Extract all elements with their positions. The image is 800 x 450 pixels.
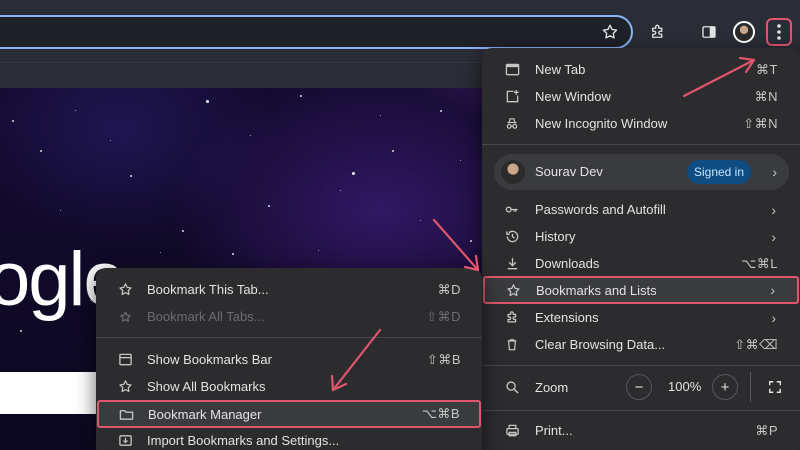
fullscreen-icon bbox=[769, 381, 781, 393]
menu-item-label: Downloads bbox=[535, 256, 600, 271]
menu-item-label: New Tab bbox=[535, 62, 586, 77]
printer-icon bbox=[504, 423, 520, 439]
download-icon bbox=[504, 256, 520, 272]
import-icon bbox=[117, 433, 133, 449]
extensions-puzzle-icon[interactable] bbox=[643, 17, 673, 47]
zoom-divider bbox=[750, 372, 751, 402]
star-list-icon bbox=[117, 379, 133, 395]
menu-item-bookmarks-and-lists[interactable]: Bookmarks and Lists › bbox=[483, 276, 799, 304]
history-icon bbox=[504, 229, 520, 245]
submenu-item-bookmark-this-tab[interactable]: Bookmark This Tab... ⌘D bbox=[96, 276, 482, 303]
menu-item-shortcut: ⌘N bbox=[754, 88, 778, 104]
menu-item-shortcut: ⌥⌘L bbox=[741, 255, 778, 271]
star-icon bbox=[117, 282, 133, 298]
menu-item-label: Bookmarks and Lists bbox=[536, 282, 657, 298]
fullscreen-button[interactable] bbox=[762, 374, 788, 400]
chevron-right-icon: › bbox=[772, 164, 777, 180]
key-icon bbox=[504, 202, 520, 218]
bookmarks-submenu: Bookmark This Tab... ⌘D Bookmark All Tab… bbox=[96, 268, 482, 450]
zoom-label: Zoom bbox=[535, 380, 569, 395]
menu-item-history[interactable]: History › bbox=[482, 223, 800, 250]
menu-item-shortcut: ⇧⌘⌫ bbox=[734, 336, 778, 352]
signed-in-badge: Signed in bbox=[687, 160, 751, 184]
menu-item-label: Clear Browsing Data... bbox=[535, 337, 666, 352]
menu-item-label: History bbox=[535, 229, 576, 244]
trash-icon bbox=[504, 337, 520, 353]
menu-item-label: New Incognito Window bbox=[535, 116, 668, 131]
profile-row[interactable]: Sourav Dev Signed in › bbox=[494, 154, 789, 190]
profile-avatar[interactable] bbox=[729, 17, 759, 47]
menu-item-passwords-autofill[interactable]: Passwords and Autofill › bbox=[482, 196, 800, 223]
submenu-item-show-bookmarks-bar[interactable]: Show Bookmarks Bar ⇧⌘B bbox=[96, 346, 482, 373]
menu-item-new-window[interactable]: New Window ⌘N bbox=[482, 83, 800, 110]
chevron-right-icon: › bbox=[770, 282, 775, 298]
submenu-item-label: Bookmark This Tab... bbox=[147, 282, 269, 297]
menu-item-label: Extensions bbox=[535, 310, 599, 325]
menu-item-label: Print... bbox=[535, 423, 573, 438]
chevron-right-icon: › bbox=[771, 228, 776, 245]
bookmark-star-icon[interactable] bbox=[595, 17, 625, 47]
chrome-main-menu: New Tab ⌘T New Window ⌘N New Incognito W… bbox=[482, 48, 800, 450]
chevron-right-icon: › bbox=[771, 309, 776, 326]
menu-divider bbox=[482, 144, 800, 145]
more-menu-kebab-icon[interactable] bbox=[766, 18, 792, 46]
menu-item-shortcut: ⇧⌘N bbox=[743, 115, 778, 131]
submenu-item-shortcut: ⌘D bbox=[437, 281, 461, 297]
submenu-item-label: Show All Bookmarks bbox=[147, 379, 266, 394]
star-icon bbox=[505, 282, 521, 298]
submenu-item-bookmark-all-tabs: Bookmark All Tabs... ⇧⌘D bbox=[96, 303, 482, 330]
submenu-item-show-all-bookmarks[interactable]: Show All Bookmarks bbox=[96, 373, 482, 400]
profile-avatar-icon bbox=[501, 160, 525, 184]
zoom-level: 100% bbox=[668, 379, 702, 394]
zoom-in-button[interactable]: + bbox=[712, 374, 738, 400]
menu-item-clear-browsing-data[interactable]: Clear Browsing Data... ⇧⌘⌫ bbox=[482, 331, 800, 358]
menu-item-new-tab[interactable]: New Tab ⌘T bbox=[482, 56, 800, 83]
puzzle-icon bbox=[504, 310, 520, 326]
star-stack-icon bbox=[117, 309, 133, 325]
zoom-out-button[interactable]: − bbox=[626, 374, 652, 400]
submenu-item-label: Import Bookmarks and Settings... bbox=[147, 433, 340, 448]
profile-name: Sourav Dev bbox=[535, 164, 603, 179]
submenu-item-label: Bookmark All Tabs... bbox=[147, 309, 265, 324]
submenu-item-shortcut: ⇧⌘D bbox=[426, 308, 461, 324]
menu-item-shortcut: ⌘P bbox=[755, 422, 778, 438]
menu-item-print[interactable]: Print... ⌘P bbox=[482, 417, 800, 444]
menu-item-label: New Window bbox=[535, 89, 611, 104]
submenu-item-label: Show Bookmarks Bar bbox=[147, 352, 272, 367]
menu-item-new-incognito-window[interactable]: New Incognito Window ⇧⌘N bbox=[482, 110, 800, 137]
menu-divider bbox=[482, 410, 800, 411]
menu-item-label: Passwords and Autofill bbox=[535, 202, 666, 217]
zoom-magnifier-icon bbox=[504, 380, 520, 396]
menu-item-shortcut: ⌘T bbox=[756, 61, 778, 77]
submenu-item-shortcut: ⌥⌘B bbox=[421, 406, 460, 421]
folder-icon bbox=[118, 406, 134, 422]
submenu-item-bookmark-manager[interactable]: Bookmark Manager ⌥⌘B bbox=[97, 400, 481, 428]
menu-item-downloads[interactable]: Downloads ⌥⌘L bbox=[482, 250, 800, 277]
menu-item-extensions[interactable]: Extensions › bbox=[482, 304, 800, 331]
new-window-icon bbox=[504, 89, 520, 105]
chevron-right-icon: › bbox=[771, 201, 776, 218]
side-panel-icon[interactable] bbox=[694, 17, 724, 47]
bookmarks-bar-icon bbox=[117, 352, 133, 368]
submenu-item-import-bookmarks[interactable]: Import Bookmarks and Settings... bbox=[96, 427, 482, 450]
submenu-item-shortcut: ⇧⌘B bbox=[426, 351, 461, 367]
menu-divider bbox=[96, 337, 482, 338]
submenu-item-label: Bookmark Manager bbox=[148, 406, 262, 422]
address-bar[interactable] bbox=[0, 15, 633, 49]
new-tab-icon bbox=[504, 62, 520, 78]
incognito-icon bbox=[504, 116, 520, 132]
zoom-row: Zoom − 100% + bbox=[482, 372, 800, 402]
menu-divider bbox=[482, 365, 800, 366]
